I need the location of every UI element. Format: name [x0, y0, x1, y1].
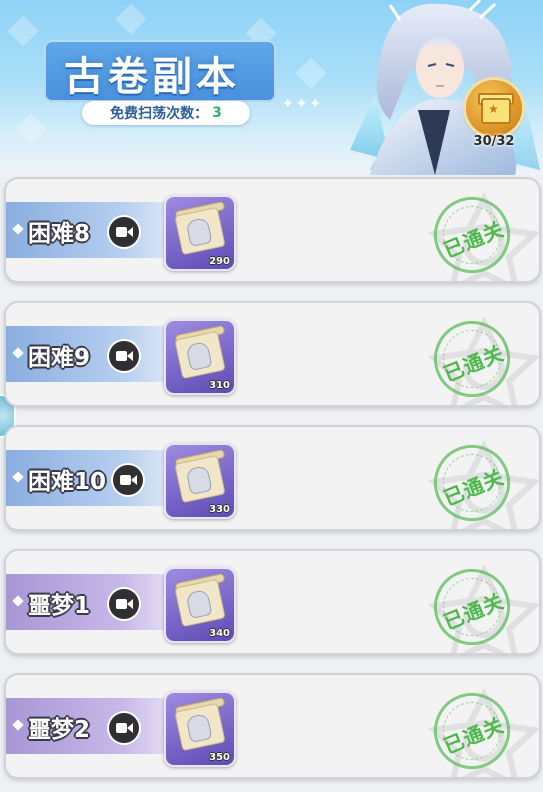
replay-video-button[interactable]	[109, 589, 139, 619]
reward-item[interactable]: 330	[164, 443, 236, 519]
reward-item[interactable]: 350	[164, 691, 236, 767]
reward-quantity: 330	[209, 504, 230, 515]
video-lens-icon	[127, 351, 133, 361]
gift-reward-button[interactable]: ★	[466, 80, 522, 136]
level-card[interactable]: 困难10 330 已通关	[4, 425, 541, 531]
cleared-status: 已通关	[440, 340, 508, 387]
video-camera-icon	[120, 475, 131, 485]
decor-diamond	[295, 57, 327, 89]
reward-quantity: 310	[209, 380, 230, 391]
replay-video-button[interactable]	[109, 341, 139, 371]
video-camera-icon	[116, 227, 127, 237]
level-name: 噩梦2	[28, 717, 91, 743]
level-card[interactable]: 困难8 290 已通关	[4, 177, 541, 283]
reward-item[interactable]: 310	[164, 319, 236, 395]
free-sweep-count: 3	[212, 105, 222, 121]
video-lens-icon	[131, 475, 137, 485]
replay-video-button[interactable]	[109, 217, 139, 247]
video-lens-icon	[127, 227, 133, 237]
video-camera-icon	[116, 723, 127, 733]
tag-diamond	[12, 595, 24, 607]
sparkle-decor: ✦✦✦	[282, 96, 324, 112]
cleared-status: 已通关	[440, 216, 508, 263]
level-name: 困难8	[28, 221, 91, 247]
tag-diamond	[12, 719, 24, 731]
gift-progress-count: 30/32	[473, 134, 515, 149]
reward-quantity: 340	[209, 628, 230, 639]
free-sweep-counter: 免费扫荡次数： 3	[82, 101, 250, 125]
decor-diamond	[15, 113, 47, 145]
video-camera-icon	[116, 351, 127, 361]
cleared-status: 已通关	[440, 712, 508, 759]
video-lens-icon	[127, 599, 133, 609]
tag-diamond	[12, 223, 24, 235]
tag-diamond	[12, 347, 24, 359]
replay-video-button[interactable]	[109, 713, 139, 743]
reward-quantity: 350	[209, 752, 230, 763]
level-name: 困难9	[28, 345, 91, 371]
cleared-status: 已通关	[440, 588, 508, 635]
page-title: 古卷副本	[64, 54, 240, 100]
level-name: 噩梦1	[28, 593, 91, 619]
level-card[interactable]: 噩梦2 350 已通关	[4, 673, 541, 779]
banner: 古卷副本 免费扫荡次数： 3 ✦✦✦ ★ 30/32	[0, 0, 543, 175]
level-card[interactable]: 困难9 310 已通关	[4, 301, 541, 407]
video-camera-icon	[116, 599, 127, 609]
decor-diamond	[115, 3, 147, 35]
reward-item[interactable]: 290	[164, 195, 236, 271]
free-sweep-label: 免费扫荡次数：	[110, 106, 209, 122]
reward-item[interactable]: 340	[164, 567, 236, 643]
star-icon: ★	[488, 102, 499, 116]
tag-diamond	[12, 471, 24, 483]
video-lens-icon	[127, 723, 133, 733]
decor-diamond	[7, 15, 39, 47]
reward-quantity: 290	[209, 256, 230, 267]
level-card[interactable]: 噩梦1 340 已通关	[4, 549, 541, 655]
cleared-status: 已通关	[440, 464, 508, 511]
replay-video-button[interactable]	[113, 465, 143, 495]
level-name: 困难10	[28, 469, 107, 495]
